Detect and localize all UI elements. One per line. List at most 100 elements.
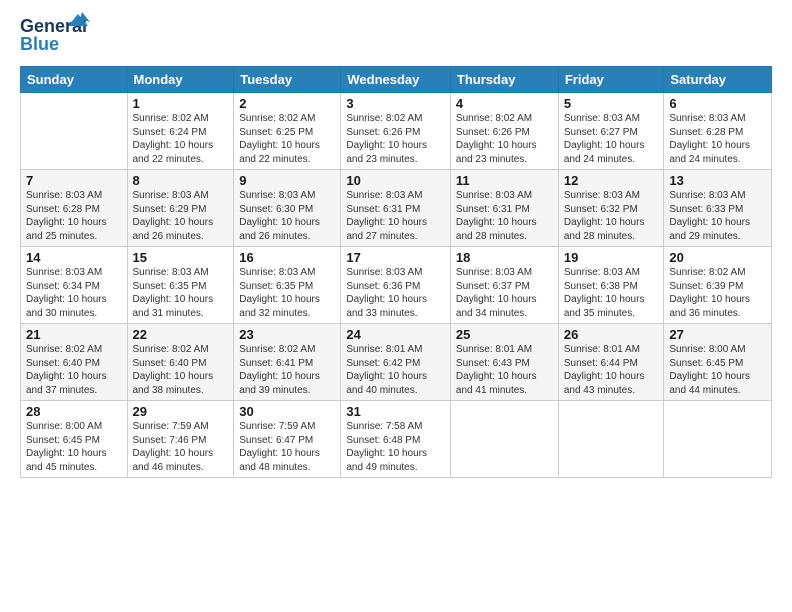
calendar-cell: 2Sunrise: 8:02 AMSunset: 6:25 PMDaylight… xyxy=(234,93,341,170)
day-info: Sunrise: 8:02 AMSunset: 6:26 PMDaylight:… xyxy=(456,112,553,166)
day-info: Sunrise: 8:02 AMSunset: 6:39 PMDaylight:… xyxy=(669,266,766,320)
day-number: 8 xyxy=(133,173,229,188)
logo-bird-icon xyxy=(66,12,90,40)
day-number: 19 xyxy=(564,250,659,265)
weekday-header-row: SundayMondayTuesdayWednesdayThursdayFrid… xyxy=(21,67,772,93)
day-info: Sunrise: 8:03 AMSunset: 6:28 PMDaylight:… xyxy=(26,189,122,243)
weekday-header-tuesday: Tuesday xyxy=(234,67,341,93)
day-info: Sunrise: 7:58 AMSunset: 6:48 PMDaylight:… xyxy=(346,420,445,474)
calendar-cell: 1Sunrise: 8:02 AMSunset: 6:24 PMDaylight… xyxy=(127,93,234,170)
day-info: Sunrise: 8:02 AMSunset: 6:40 PMDaylight:… xyxy=(133,343,229,397)
day-info: Sunrise: 8:01 AMSunset: 6:42 PMDaylight:… xyxy=(346,343,445,397)
day-number: 24 xyxy=(346,327,445,342)
calendar-cell: 7Sunrise: 8:03 AMSunset: 6:28 PMDaylight… xyxy=(21,170,128,247)
day-number: 17 xyxy=(346,250,445,265)
day-info: Sunrise: 8:02 AMSunset: 6:40 PMDaylight:… xyxy=(26,343,122,397)
day-info: Sunrise: 8:02 AMSunset: 6:26 PMDaylight:… xyxy=(346,112,445,166)
day-number: 6 xyxy=(669,96,766,111)
day-info: Sunrise: 8:03 AMSunset: 6:34 PMDaylight:… xyxy=(26,266,122,320)
calendar-cell: 23Sunrise: 8:02 AMSunset: 6:41 PMDayligh… xyxy=(234,324,341,401)
day-number: 9 xyxy=(239,173,335,188)
day-number: 31 xyxy=(346,404,445,419)
day-number: 16 xyxy=(239,250,335,265)
weekday-header-friday: Friday xyxy=(558,67,664,93)
day-info: Sunrise: 8:03 AMSunset: 6:31 PMDaylight:… xyxy=(456,189,553,243)
day-info: Sunrise: 8:03 AMSunset: 6:27 PMDaylight:… xyxy=(564,112,659,166)
weekday-header-thursday: Thursday xyxy=(450,67,558,93)
day-number: 14 xyxy=(26,250,122,265)
day-info: Sunrise: 8:00 AMSunset: 6:45 PMDaylight:… xyxy=(26,420,122,474)
calendar-cell: 28Sunrise: 8:00 AMSunset: 6:45 PMDayligh… xyxy=(21,401,128,478)
calendar-cell: 11Sunrise: 8:03 AMSunset: 6:31 PMDayligh… xyxy=(450,170,558,247)
calendar-cell xyxy=(664,401,772,478)
week-row-3: 14Sunrise: 8:03 AMSunset: 6:34 PMDayligh… xyxy=(21,247,772,324)
calendar-cell xyxy=(21,93,128,170)
calendar-cell xyxy=(450,401,558,478)
day-info: Sunrise: 8:02 AMSunset: 6:25 PMDaylight:… xyxy=(239,112,335,166)
calendar-cell: 25Sunrise: 8:01 AMSunset: 6:43 PMDayligh… xyxy=(450,324,558,401)
calendar-cell: 31Sunrise: 7:58 AMSunset: 6:48 PMDayligh… xyxy=(341,401,451,478)
calendar-cell: 17Sunrise: 8:03 AMSunset: 6:36 PMDayligh… xyxy=(341,247,451,324)
calendar-cell: 20Sunrise: 8:02 AMSunset: 6:39 PMDayligh… xyxy=(664,247,772,324)
week-row-5: 28Sunrise: 8:00 AMSunset: 6:45 PMDayligh… xyxy=(21,401,772,478)
calendar-cell: 26Sunrise: 8:01 AMSunset: 6:44 PMDayligh… xyxy=(558,324,664,401)
day-number: 5 xyxy=(564,96,659,111)
day-number: 22 xyxy=(133,327,229,342)
day-info: Sunrise: 8:02 AMSunset: 6:41 PMDaylight:… xyxy=(239,343,335,397)
calendar-cell: 8Sunrise: 8:03 AMSunset: 6:29 PMDaylight… xyxy=(127,170,234,247)
day-number: 18 xyxy=(456,250,553,265)
weekday-header-monday: Monday xyxy=(127,67,234,93)
week-row-1: 1Sunrise: 8:02 AMSunset: 6:24 PMDaylight… xyxy=(21,93,772,170)
calendar-cell: 22Sunrise: 8:02 AMSunset: 6:40 PMDayligh… xyxy=(127,324,234,401)
day-number: 30 xyxy=(239,404,335,419)
day-number: 20 xyxy=(669,250,766,265)
page: General Blue SundayMondayTuesdayWednesda… xyxy=(0,0,792,612)
day-number: 27 xyxy=(669,327,766,342)
day-info: Sunrise: 7:59 AMSunset: 7:46 PMDaylight:… xyxy=(133,420,229,474)
weekday-header-sunday: Sunday xyxy=(21,67,128,93)
calendar-cell: 24Sunrise: 8:01 AMSunset: 6:42 PMDayligh… xyxy=(341,324,451,401)
calendar-cell: 13Sunrise: 8:03 AMSunset: 6:33 PMDayligh… xyxy=(664,170,772,247)
day-info: Sunrise: 8:03 AMSunset: 6:29 PMDaylight:… xyxy=(133,189,229,243)
day-number: 1 xyxy=(133,96,229,111)
day-info: Sunrise: 8:03 AMSunset: 6:30 PMDaylight:… xyxy=(239,189,335,243)
calendar-cell: 10Sunrise: 8:03 AMSunset: 6:31 PMDayligh… xyxy=(341,170,451,247)
day-number: 7 xyxy=(26,173,122,188)
day-number: 3 xyxy=(346,96,445,111)
calendar-cell xyxy=(558,401,664,478)
calendar-cell: 12Sunrise: 8:03 AMSunset: 6:32 PMDayligh… xyxy=(558,170,664,247)
weekday-header-wednesday: Wednesday xyxy=(341,67,451,93)
day-number: 11 xyxy=(456,173,553,188)
day-info: Sunrise: 8:03 AMSunset: 6:36 PMDaylight:… xyxy=(346,266,445,320)
calendar-cell: 16Sunrise: 8:03 AMSunset: 6:35 PMDayligh… xyxy=(234,247,341,324)
calendar-cell: 21Sunrise: 8:02 AMSunset: 6:40 PMDayligh… xyxy=(21,324,128,401)
day-info: Sunrise: 8:01 AMSunset: 6:43 PMDaylight:… xyxy=(456,343,553,397)
calendar-cell: 29Sunrise: 7:59 AMSunset: 7:46 PMDayligh… xyxy=(127,401,234,478)
day-info: Sunrise: 8:03 AMSunset: 6:32 PMDaylight:… xyxy=(564,189,659,243)
day-number: 15 xyxy=(133,250,229,265)
day-info: Sunrise: 8:03 AMSunset: 6:33 PMDaylight:… xyxy=(669,189,766,243)
day-number: 13 xyxy=(669,173,766,188)
calendar-cell: 27Sunrise: 8:00 AMSunset: 6:45 PMDayligh… xyxy=(664,324,772,401)
day-info: Sunrise: 8:00 AMSunset: 6:45 PMDaylight:… xyxy=(669,343,766,397)
day-number: 23 xyxy=(239,327,335,342)
day-info: Sunrise: 7:59 AMSunset: 6:47 PMDaylight:… xyxy=(239,420,335,474)
day-info: Sunrise: 8:01 AMSunset: 6:44 PMDaylight:… xyxy=(564,343,659,397)
calendar-cell: 30Sunrise: 7:59 AMSunset: 6:47 PMDayligh… xyxy=(234,401,341,478)
calendar-cell: 5Sunrise: 8:03 AMSunset: 6:27 PMDaylight… xyxy=(558,93,664,170)
weekday-header-saturday: Saturday xyxy=(664,67,772,93)
day-number: 2 xyxy=(239,96,335,111)
calendar-cell: 15Sunrise: 8:03 AMSunset: 6:35 PMDayligh… xyxy=(127,247,234,324)
calendar-cell: 6Sunrise: 8:03 AMSunset: 6:28 PMDaylight… xyxy=(664,93,772,170)
day-info: Sunrise: 8:03 AMSunset: 6:35 PMDaylight:… xyxy=(239,266,335,320)
day-info: Sunrise: 8:03 AMSunset: 6:38 PMDaylight:… xyxy=(564,266,659,320)
day-info: Sunrise: 8:03 AMSunset: 6:31 PMDaylight:… xyxy=(346,189,445,243)
week-row-2: 7Sunrise: 8:03 AMSunset: 6:28 PMDaylight… xyxy=(21,170,772,247)
day-number: 28 xyxy=(26,404,122,419)
calendar-table: SundayMondayTuesdayWednesdayThursdayFrid… xyxy=(20,66,772,478)
day-number: 29 xyxy=(133,404,229,419)
day-number: 21 xyxy=(26,327,122,342)
calendar-cell: 18Sunrise: 8:03 AMSunset: 6:37 PMDayligh… xyxy=(450,247,558,324)
calendar-cell: 9Sunrise: 8:03 AMSunset: 6:30 PMDaylight… xyxy=(234,170,341,247)
calendar-cell: 14Sunrise: 8:03 AMSunset: 6:34 PMDayligh… xyxy=(21,247,128,324)
